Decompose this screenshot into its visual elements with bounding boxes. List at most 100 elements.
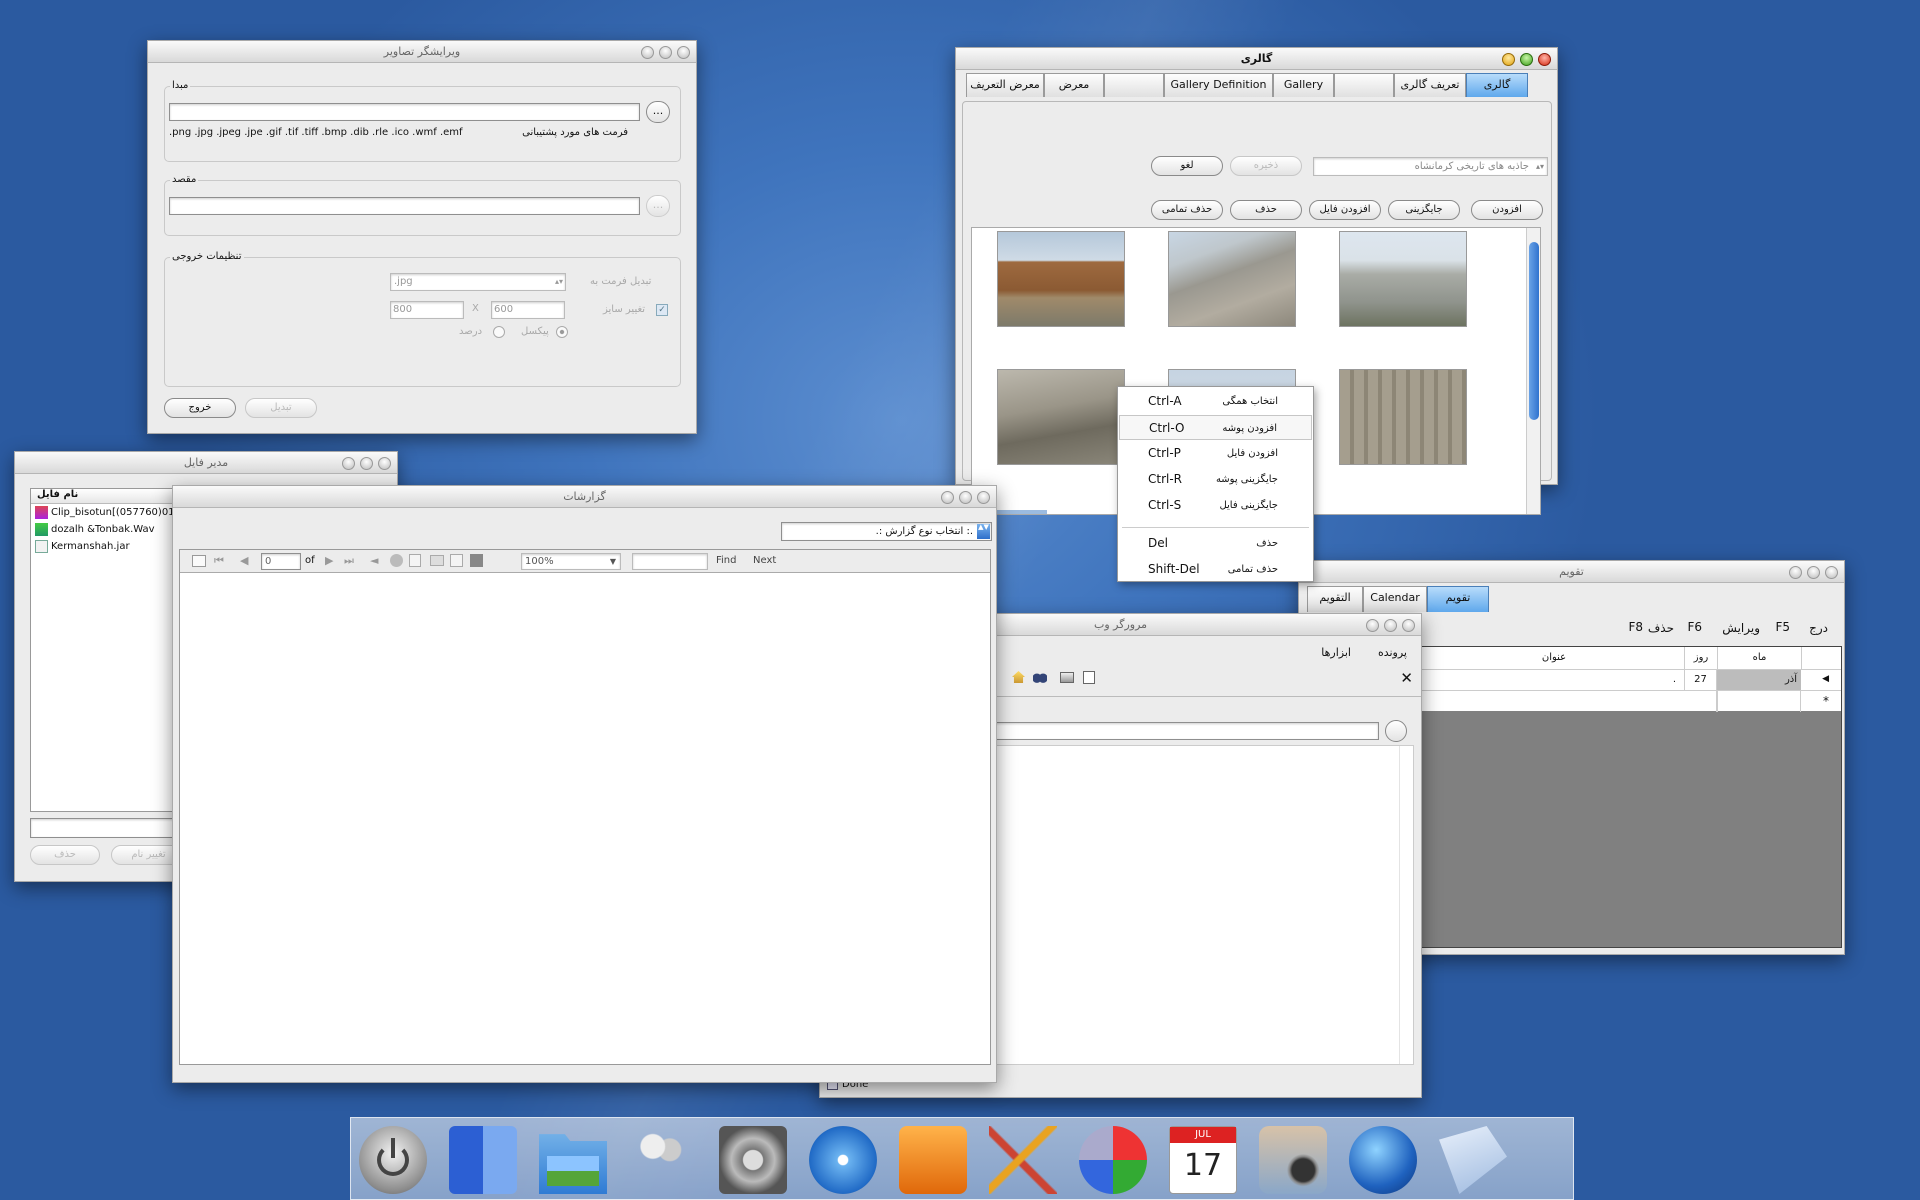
zoom-button[interactable] <box>360 457 373 470</box>
keychain-icon[interactable] <box>629 1126 697 1194</box>
menu-item-add-file[interactable]: Ctrl-P افزودن فایل <box>1119 441 1312 466</box>
zoom-button[interactable] <box>1807 566 1820 579</box>
exit-button[interactable]: خروج <box>164 398 236 418</box>
export-icon[interactable] <box>470 554 483 567</box>
close-button[interactable] <box>378 457 391 470</box>
close-icon[interactable]: ✕ <box>1400 669 1413 687</box>
page-number-input[interactable]: 0 <box>261 553 301 570</box>
system-preferences-icon[interactable] <box>719 1126 787 1194</box>
resize-checkbox[interactable]: ✓ <box>656 304 668 316</box>
close-button[interactable] <box>1402 619 1415 632</box>
go-button[interactable] <box>1385 720 1407 742</box>
zoom-button[interactable] <box>1384 619 1397 632</box>
mail-icon[interactable] <box>1439 1126 1507 1194</box>
cell-month[interactable]: آذر <box>1717 670 1801 691</box>
delete-button[interactable]: حذف <box>1230 200 1302 220</box>
add-file-button[interactable]: افزودن فایل <box>1309 200 1381 220</box>
destination-browse-button[interactable]: ... <box>646 195 670 217</box>
width-input[interactable]: 800 <box>390 301 464 319</box>
thumbnail-bas-relief[interactable] <box>1339 369 1467 465</box>
delete-button[interactable]: حذف <box>30 845 100 865</box>
print-icon[interactable] <box>1060 672 1074 683</box>
zoom-select[interactable]: 100% ▼ <box>521 553 621 570</box>
gallery-select[interactable]: جاذبه های تاریخی کرمانشاه ▴▾ <box>1313 157 1548 176</box>
power-icon[interactable] <box>359 1126 427 1194</box>
menu-item-select-all[interactable]: Ctrl-A انتخاب همگی <box>1119 389 1312 414</box>
home-icon[interactable] <box>1012 671 1025 683</box>
chart-icon[interactable] <box>1079 1126 1147 1194</box>
tab-calendar-en[interactable]: Calendar <box>1363 586 1427 612</box>
list-item[interactable]: Clip_bisotun[(057760)01 <box>31 504 189 521</box>
next-page-icon[interactable]: ▶ <box>325 554 333 567</box>
binoculars-icon[interactable] <box>1033 671 1047 683</box>
disk-icon[interactable] <box>899 1126 967 1194</box>
format-select[interactable]: .jpg ▴▾ <box>390 273 566 291</box>
source-path-input[interactable] <box>169 103 640 121</box>
col-month[interactable]: ماه <box>1717 647 1801 669</box>
thumbnail-rock-relief[interactable] <box>1168 231 1296 327</box>
menu-file[interactable]: پرونده <box>1378 646 1407 659</box>
finder-icon[interactable] <box>449 1126 517 1194</box>
minimize-button[interactable] <box>1366 619 1379 632</box>
destination-path-input[interactable] <box>169 197 640 215</box>
first-page-icon[interactable]: ⏮ <box>214 554 224 568</box>
minimize-button[interactable] <box>941 491 954 504</box>
col-day[interactable]: روز <box>1684 647 1717 669</box>
menu-item-add-folder[interactable]: Ctrl-O افزودن پوشه <box>1119 415 1312 440</box>
find-button[interactable]: Find <box>716 555 737 566</box>
file-name-input[interactable] <box>30 818 190 838</box>
cell-title[interactable]: . <box>1673 670 1676 690</box>
tab-calendar-ar[interactable]: التقویم <box>1307 586 1363 612</box>
close-button[interactable] <box>677 46 690 59</box>
minimize-button[interactable] <box>1502 53 1515 66</box>
back-icon[interactable]: ◄ <box>370 554 378 567</box>
minimize-button[interactable] <box>1789 566 1802 579</box>
pixel-radio[interactable] <box>556 326 568 338</box>
close-button[interactable] <box>977 491 990 504</box>
minimize-button[interactable] <box>342 457 355 470</box>
tab-empty-2[interactable] <box>1104 73 1164 97</box>
report-type-select[interactable]: .: انتخاب نوع گزارش :. ▲▼ <box>781 522 992 541</box>
scrollbar-thumb[interactable] <box>1529 242 1539 420</box>
close-button[interactable] <box>1825 566 1838 579</box>
menu-item-replace-folder[interactable]: Ctrl-R جایگزینی پوشه <box>1119 467 1312 492</box>
insert-label[interactable]: درج <box>1809 621 1828 635</box>
pictures-folder-icon[interactable] <box>539 1134 607 1194</box>
drawing-tools-icon[interactable] <box>989 1126 1057 1194</box>
previous-page-icon[interactable]: ◀ <box>240 554 248 567</box>
thumbnail-building[interactable] <box>997 231 1125 327</box>
close-button[interactable] <box>1538 53 1551 66</box>
print-preview-icon[interactable] <box>1083 671 1095 684</box>
photo-booth-icon[interactable] <box>1259 1126 1327 1194</box>
tab-gallery-definition[interactable]: Gallery Definition <box>1164 73 1273 97</box>
zoom-button[interactable] <box>1520 53 1533 66</box>
report-canvas[interactable] <box>180 574 990 1064</box>
file-list[interactable]: نام فایل Clip_bisotun[(057760)01 dozalh … <box>30 488 190 812</box>
title-bar[interactable]: ویرایشگر تصاویر <box>148 41 696 63</box>
zoom-button[interactable] <box>959 491 972 504</box>
zoom-button[interactable] <box>659 46 672 59</box>
scrollbar[interactable] <box>1526 228 1540 514</box>
safari-icon[interactable] <box>809 1126 877 1194</box>
delete-label[interactable]: حذف <box>1648 621 1674 635</box>
title-bar[interactable]: مدیر فایل <box>15 452 397 474</box>
list-item[interactable]: dozalh &Tonbak.Wav <box>31 521 189 538</box>
ical-icon[interactable]: JUL 17 <box>1169 1126 1237 1194</box>
thumbnail-ruins[interactable] <box>1339 231 1467 327</box>
menu-tools[interactable]: ابزارها <box>1321 646 1351 659</box>
stop-icon[interactable] <box>390 554 403 567</box>
next-button[interactable]: Next <box>753 555 776 566</box>
tab-calendar-fa[interactable]: تقویم <box>1427 586 1489 612</box>
scrollbar[interactable] <box>1399 746 1413 1064</box>
refresh-icon[interactable] <box>409 554 421 567</box>
title-bar[interactable]: گزارشات <box>173 486 996 508</box>
tab-gallery-en[interactable]: Gallery <box>1273 73 1334 97</box>
cancel-button[interactable]: لغو <box>1151 156 1223 176</box>
tab-gallery-def-fa[interactable]: تعریف گالری <box>1394 73 1466 97</box>
last-page-icon[interactable]: ⏭ <box>344 554 354 568</box>
find-input[interactable] <box>632 553 708 570</box>
menu-item-delete-all[interactable]: Shift-Del حذف تمامی <box>1119 557 1312 582</box>
convert-button[interactable]: تبدیل <box>245 398 317 418</box>
print-icon[interactable] <box>430 555 444 566</box>
file-column-header[interactable]: نام فایل <box>31 489 189 504</box>
